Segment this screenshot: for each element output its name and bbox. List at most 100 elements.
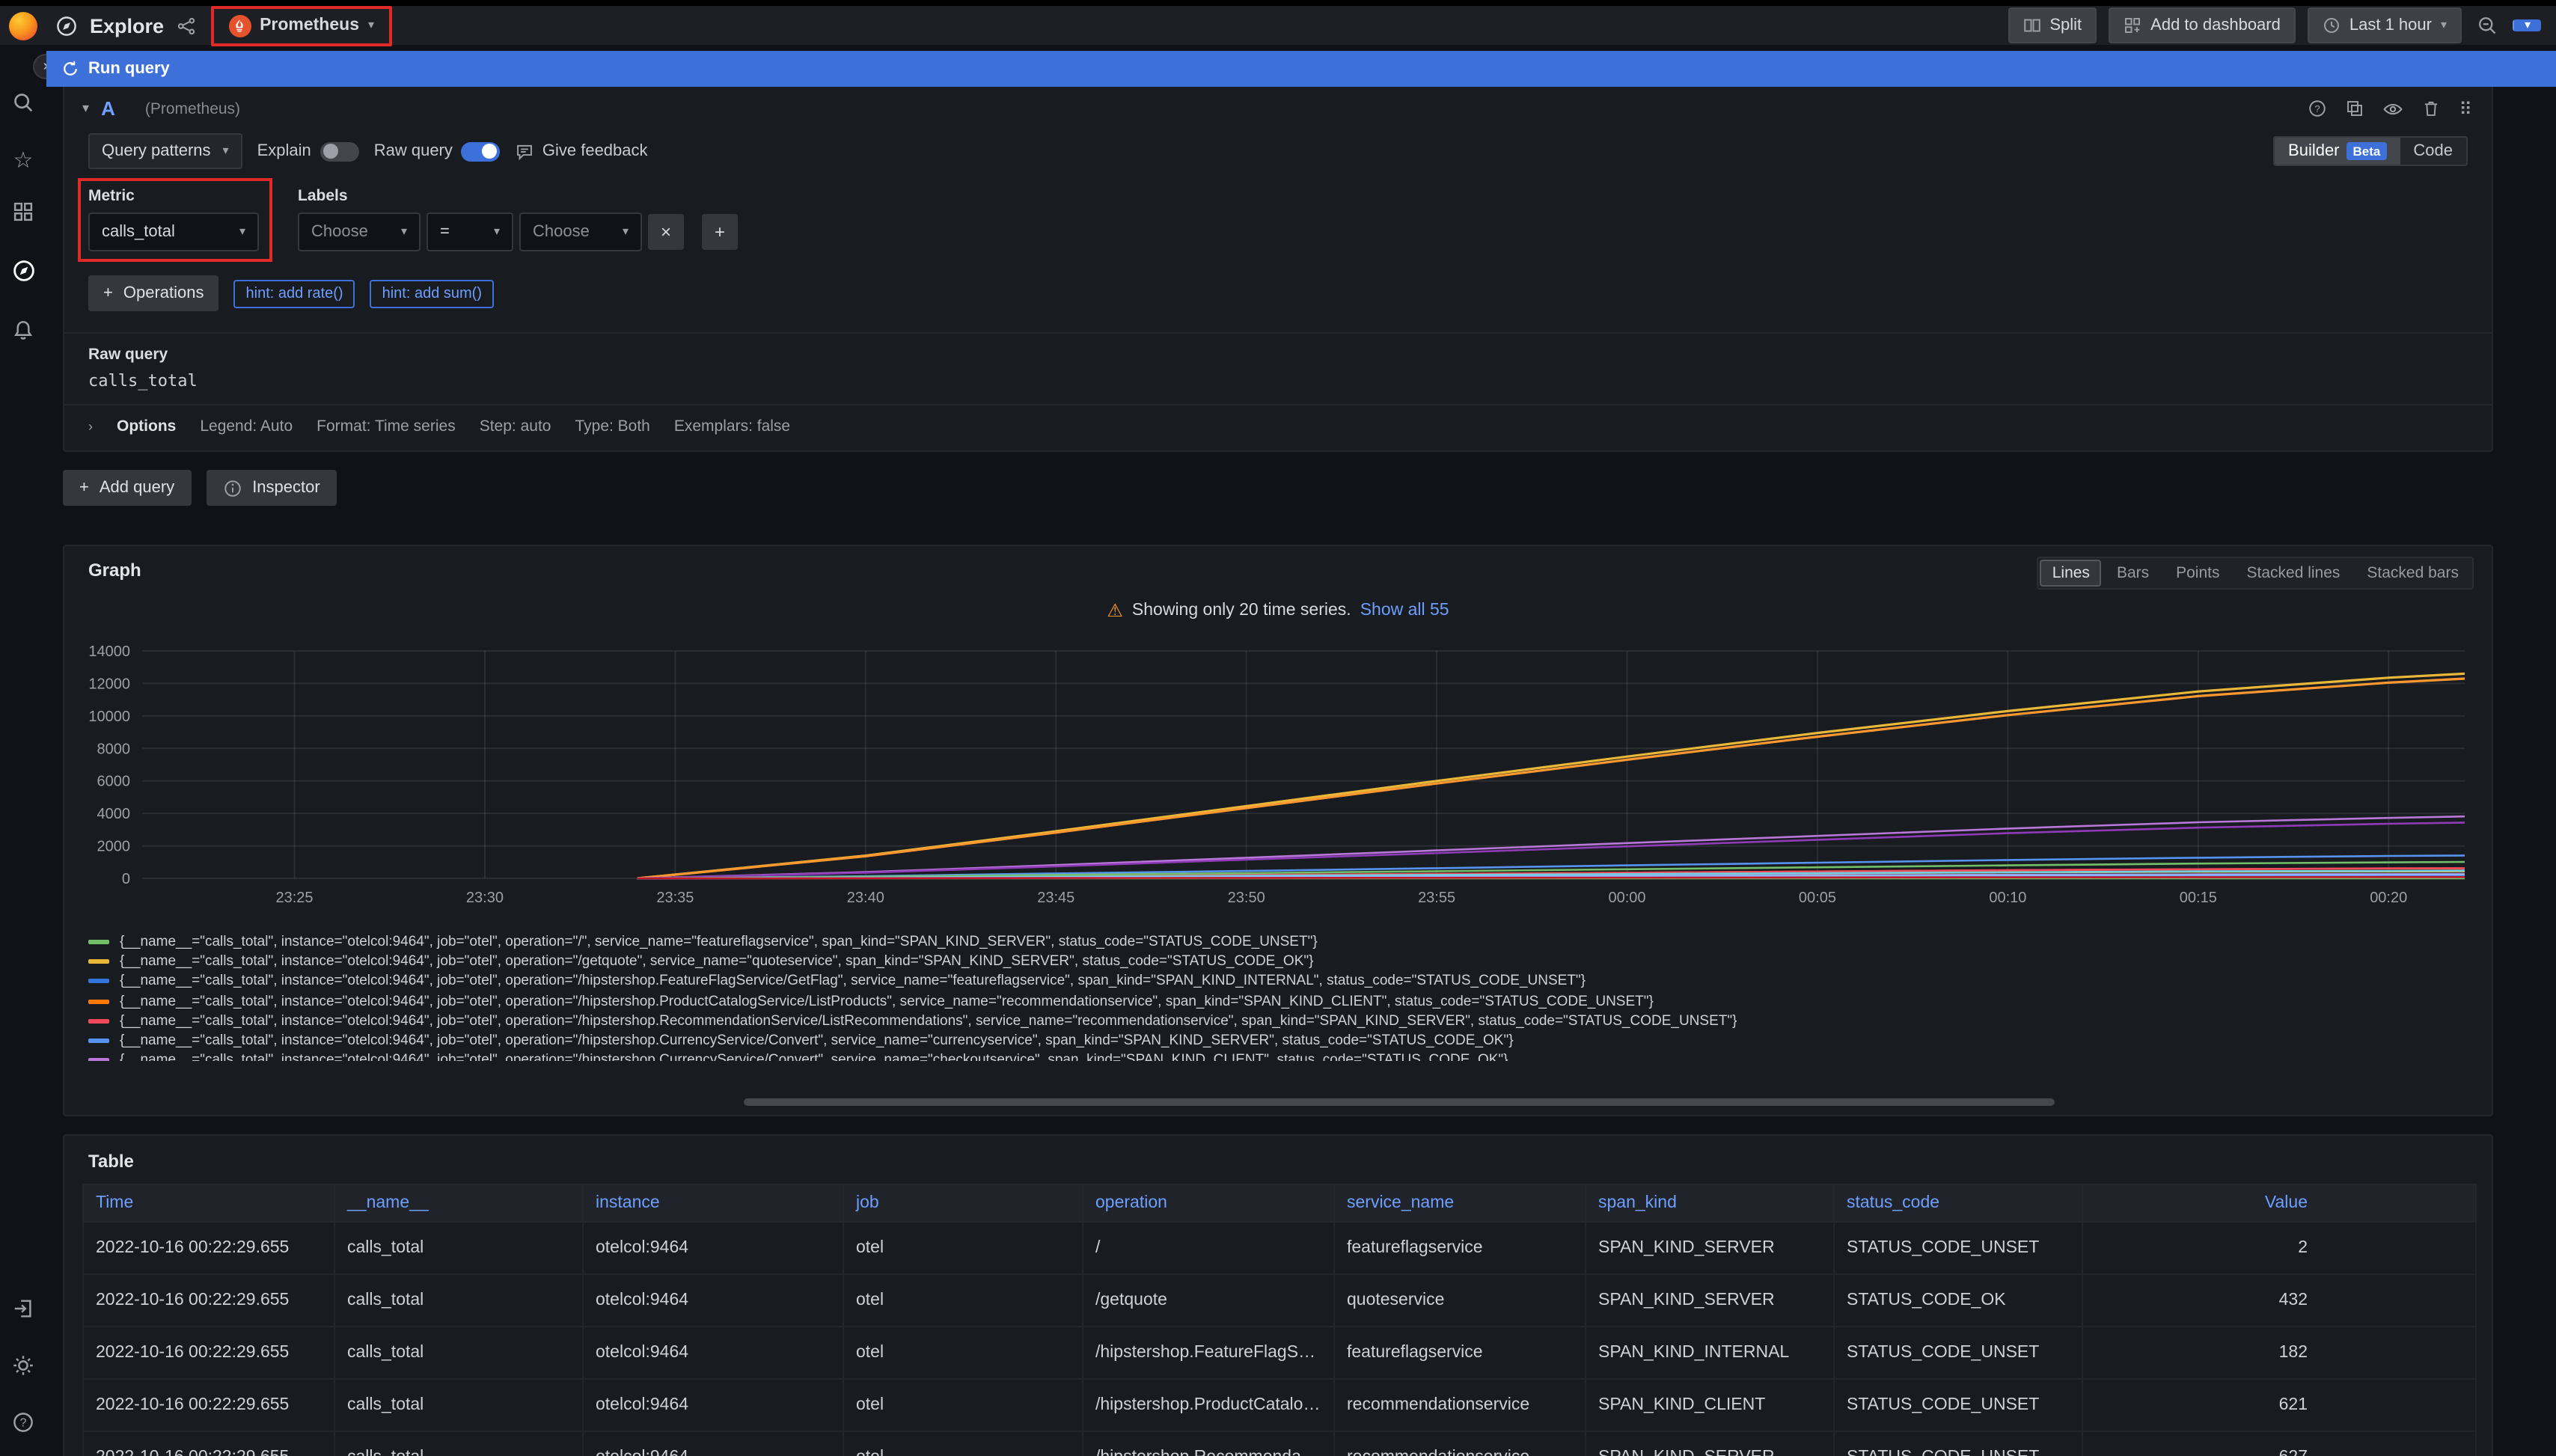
prometheus-icon <box>228 14 251 37</box>
builder-mode-button[interactable]: Builder Beta <box>2275 138 2400 165</box>
label-operator-select[interactable]: = ▾ <box>426 212 513 251</box>
svg-text:00:05: 00:05 <box>1799 890 1836 906</box>
add-operation-button[interactable]: + Operations <box>88 275 219 311</box>
duplicate-query-icon[interactable] <box>2345 99 2364 118</box>
graph-mode-bars[interactable]: Bars <box>2105 560 2161 587</box>
zoom-out-button[interactable] <box>2474 9 2501 42</box>
time-series-chart[interactable]: 0200040006000800010000120001400023:2523:… <box>82 639 2477 917</box>
raw-query-toggle[interactable] <box>462 141 501 161</box>
table-header-row: Time__name__instancejoboperationservice_… <box>83 1184 2476 1222</box>
table-row[interactable]: 2022-10-16 00:22:29.655calls_totalotelco… <box>83 1379 2476 1431</box>
graph-mode-points[interactable]: Points <box>2164 560 2231 587</box>
table-cell: 182 <box>2082 1327 2476 1379</box>
hint-add-sum-link[interactable]: hint: add sum() <box>370 279 494 308</box>
graph-mode-stacked-bars[interactable]: Stacked bars <box>2355 560 2471 587</box>
time-range-picker[interactable]: Last 1 hour ▾ <box>2308 7 2462 43</box>
svg-text:00:00: 00:00 <box>1608 890 1645 906</box>
legend-horizontal-scrollbar[interactable] <box>744 1098 2055 1106</box>
explore-compass-icon[interactable] <box>11 259 35 290</box>
query-patterns-dropdown[interactable]: Query patterns ▾ <box>88 133 242 169</box>
query-ref-id[interactable]: A <box>101 97 115 120</box>
hide-query-eye-icon[interactable] <box>2382 98 2403 119</box>
remove-label-filter-button[interactable]: × <box>648 214 684 250</box>
svg-text:14000: 14000 <box>88 643 130 660</box>
explain-toggle[interactable] <box>320 141 359 161</box>
column-header-job[interactable]: job <box>843 1184 1083 1222</box>
run-query-dropdown[interactable]: ▾ <box>2513 19 2541 31</box>
show-all-series-link[interactable]: Show all 55 <box>1360 602 1449 620</box>
svg-text:00:10: 00:10 <box>1989 890 2026 906</box>
svg-text:23:25: 23:25 <box>276 890 314 906</box>
table-cell: recommendationservice <box>1334 1379 1586 1431</box>
page-title: Explore <box>90 14 164 37</box>
datasource-picker[interactable]: Prometheus ▾ <box>216 10 386 41</box>
table-row[interactable]: 2022-10-16 00:22:29.655calls_totalotelco… <box>83 1222 2476 1274</box>
graph-panel-title: Graph <box>88 560 141 581</box>
legend-item[interactable]: {__name__="calls_total", instance="otelc… <box>88 1012 2468 1031</box>
search-icon[interactable] <box>12 91 34 121</box>
table-cell: STATUS_CODE_UNSET <box>1834 1379 2082 1431</box>
chevron-down-icon: ▾ <box>623 226 629 238</box>
share-icon[interactable] <box>176 16 195 35</box>
column-header-value[interactable]: Value <box>2082 1184 2476 1222</box>
hint-add-rate-link[interactable]: hint: add rate() <box>234 279 355 308</box>
label-name-select[interactable]: Choose ▾ <box>298 212 421 251</box>
svg-text:?: ? <box>20 1417 27 1430</box>
legend-item[interactable]: {__name__="calls_total", instance="otelc… <box>88 1031 2468 1050</box>
options-step: Step: auto <box>480 417 551 435</box>
table-cell: STATUS_CODE_UNSET <box>1834 1327 2082 1379</box>
main-content: ▾ A (Prometheus) ? <box>46 45 2556 1456</box>
column-header-statuscode[interactable]: status_code <box>1834 1184 2082 1222</box>
legend-label: {__name__="calls_total", instance="otelc… <box>120 934 1318 950</box>
table-cell: /hipstershop.FeatureFlagService/GetFlag <box>1083 1327 1334 1379</box>
add-label-filter-button[interactable]: + <box>702 214 738 250</box>
inspector-button[interactable]: Inspector <box>206 470 337 506</box>
legend-item[interactable]: {__name__="calls_total", instance="otelc… <box>88 932 2468 952</box>
labels-label: Labels <box>298 187 738 205</box>
label-value-select[interactable]: Choose ▾ <box>519 212 642 251</box>
graph-mode-lines[interactable]: Lines <box>2040 560 2102 587</box>
query-help-icon[interactable]: ? <box>2308 99 2327 118</box>
options-row[interactable]: › Options Legend: Auto Format: Time seri… <box>64 406 2492 450</box>
split-button[interactable]: Split <box>2008 7 2097 43</box>
remove-query-trash-icon[interactable] <box>2421 99 2441 118</box>
legend-item[interactable]: {__name__="calls_total", instance="otelc… <box>88 991 2468 1011</box>
drag-handle-icon[interactable]: ⠿ <box>2459 98 2474 119</box>
table-row[interactable]: 2022-10-16 00:22:29.655calls_totalotelco… <box>83 1327 2476 1379</box>
table-cell: otel <box>843 1431 1083 1456</box>
grafana-explore-page: Explore Prometheus ▾ <box>0 0 2556 1456</box>
code-mode-button[interactable]: Code <box>2400 138 2466 165</box>
table-panel-title: Table <box>88 1151 2468 1172</box>
legend-item[interactable]: {__name__="calls_total", instance="otelc… <box>88 972 2468 991</box>
give-feedback-link[interactable]: Give feedback <box>516 141 648 161</box>
column-header-spankind[interactable]: span_kind <box>1586 1184 1834 1222</box>
metric-select[interactable]: calls_total ▾ <box>88 212 259 251</box>
chevron-right-icon: › <box>88 419 93 434</box>
help-icon[interactable]: ? <box>12 1411 34 1441</box>
settings-gear-icon[interactable] <box>12 1354 34 1384</box>
table-row[interactable]: 2022-10-16 00:22:29.655calls_totalotelco… <box>83 1274 2476 1327</box>
column-header-time[interactable]: Time <box>83 1184 334 1222</box>
legend-item[interactable]: {__name__="calls_total", instance="otelc… <box>88 952 2468 971</box>
column-header-name[interactable]: __name__ <box>334 1184 583 1222</box>
column-header-operation[interactable]: operation <box>1083 1184 1334 1222</box>
legend-item[interactable]: {__name__="calls_total", instance="otelc… <box>88 1050 2468 1061</box>
collapse-chevron-icon[interactable]: ▾ <box>82 100 89 117</box>
table-row[interactable]: 2022-10-16 00:22:29.655calls_totalotelco… <box>83 1431 2476 1456</box>
run-query-button[interactable]: Run query ▾ <box>2513 19 2541 31</box>
table-cell: SPAN_KIND_SERVER <box>1586 1431 1834 1456</box>
column-header-servicename[interactable]: service_name <box>1334 1184 1586 1222</box>
add-to-dashboard-button[interactable]: Add to dashboard <box>2109 7 2296 43</box>
metric-field-group: Metric calls_total ▾ <box>88 187 259 251</box>
starred-icon[interactable]: ☆ <box>13 150 34 172</box>
query-editor-panel: ▾ A (Prometheus) ? <box>63 85 2493 452</box>
grafana-logo-icon[interactable] <box>9 11 37 40</box>
apps-grid-icon[interactable] <box>12 201 34 230</box>
column-header-instance[interactable]: instance <box>583 1184 843 1222</box>
graph-mode-stacked-lines[interactable]: Stacked lines <box>2235 560 2352 587</box>
alerting-bell-icon[interactable] <box>12 319 34 349</box>
compass-icon <box>55 14 78 37</box>
table-cell: otel <box>843 1222 1083 1274</box>
add-query-button[interactable]: + Add query <box>63 470 191 506</box>
sign-in-icon[interactable] <box>12 1297 34 1327</box>
